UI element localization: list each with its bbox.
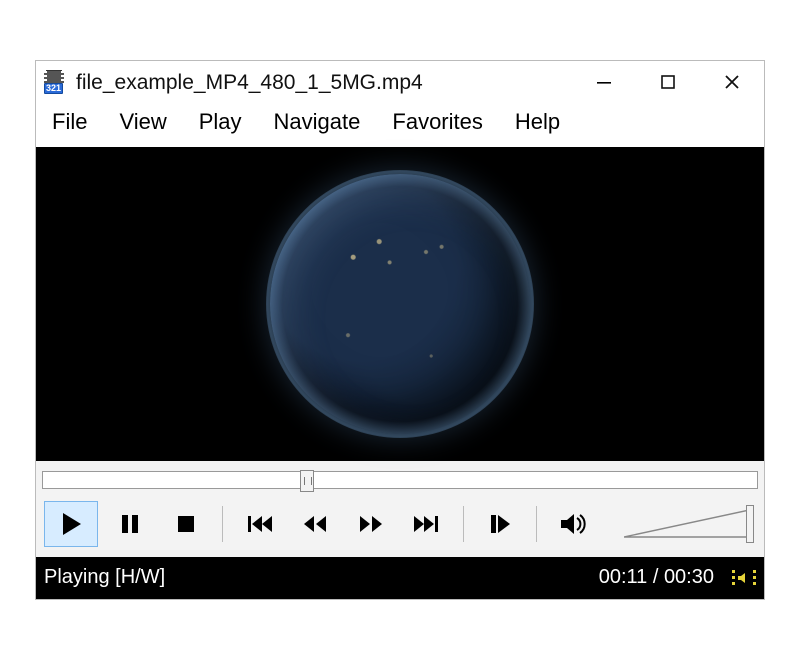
- pause-icon: [115, 509, 145, 539]
- menu-play[interactable]: Play: [195, 107, 246, 137]
- seek-bar-row: [36, 461, 764, 495]
- fast-forward-icon: [356, 509, 386, 539]
- volume-triangle-icon: [624, 507, 754, 541]
- close-button[interactable]: [700, 62, 764, 102]
- rewind-icon: [300, 509, 330, 539]
- playback-state: Playing [H/W]: [44, 566, 165, 589]
- speaker-small-icon: [737, 571, 751, 585]
- mute-button[interactable]: [549, 503, 597, 545]
- maximize-button[interactable]: [636, 62, 700, 102]
- volume-control: [624, 507, 756, 541]
- window-title: file_example_MP4_480_1_5MG.mp4: [76, 69, 572, 95]
- statusbar: Playing [H/W] 00:11 / 00:30: [36, 557, 764, 599]
- maximize-icon: [659, 73, 677, 91]
- forward-button[interactable]: [347, 503, 395, 545]
- skip-previous-icon: [244, 509, 274, 539]
- time-display: 00:11 / 00:30: [599, 566, 714, 589]
- separator: [463, 506, 464, 542]
- transport-controls: [36, 495, 764, 557]
- separator: [536, 506, 537, 542]
- menu-help[interactable]: Help: [511, 107, 564, 137]
- volume-thumb[interactable]: [746, 505, 754, 543]
- next-button[interactable]: [403, 503, 451, 545]
- skip-next-icon: [412, 509, 442, 539]
- separator: [222, 506, 223, 542]
- stop-button[interactable]: [162, 503, 210, 545]
- speaker-icon: [558, 509, 588, 539]
- play-button[interactable]: [44, 501, 98, 547]
- window-controls: [572, 62, 764, 102]
- seek-thumb[interactable]: [300, 470, 314, 492]
- menu-favorites[interactable]: Favorites: [388, 107, 486, 137]
- minimize-button[interactable]: [572, 62, 636, 102]
- rewind-button[interactable]: [291, 503, 339, 545]
- video-frame-earth: [270, 174, 530, 434]
- stop-icon: [171, 509, 201, 539]
- previous-button[interactable]: [235, 503, 283, 545]
- titlebar[interactable]: 321 file_example_MP4_480_1_5MG.mp4: [36, 61, 764, 105]
- menu-navigate[interactable]: Navigate: [270, 107, 365, 137]
- audio-channel-indicator[interactable]: [732, 570, 756, 585]
- menubar: File View Play Navigate Favorites Help: [36, 105, 764, 147]
- seek-bar[interactable]: [42, 471, 758, 489]
- menu-file[interactable]: File: [48, 107, 91, 137]
- pause-button[interactable]: [106, 503, 154, 545]
- menu-view[interactable]: View: [115, 107, 170, 137]
- app-icon-badge: 321: [44, 83, 63, 94]
- close-icon: [723, 73, 741, 91]
- minimize-icon: [595, 73, 613, 91]
- step-button[interactable]: [476, 503, 524, 545]
- video-area[interactable]: [36, 147, 764, 461]
- app-icon: 321: [44, 70, 68, 94]
- player-window: 321 file_example_MP4_480_1_5MG.mp4 File …: [35, 60, 765, 600]
- frame-step-icon: [485, 509, 515, 539]
- play-icon: [56, 509, 86, 539]
- volume-slider[interactable]: [624, 507, 754, 541]
